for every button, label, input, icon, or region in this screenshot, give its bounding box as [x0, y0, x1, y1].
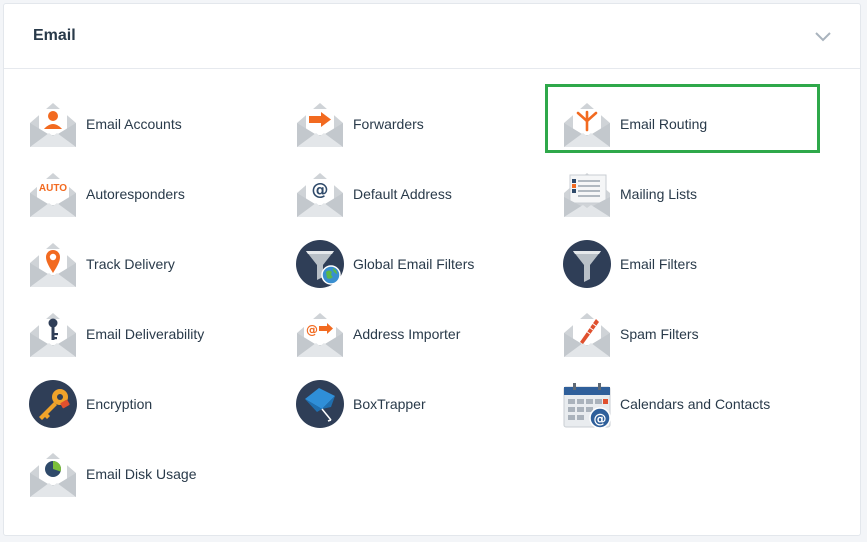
item-spam-filters[interactable]: Spam Filters	[562, 309, 812, 359]
item-label: Track Delivery	[86, 256, 175, 272]
item-forwarders[interactable]: Forwarders	[295, 99, 545, 149]
calendars-and-contacts-icon: @	[563, 383, 611, 429]
item-label: BoxTrapper	[353, 396, 426, 412]
item-track-delivery[interactable]: Track Delivery	[28, 239, 278, 289]
boxtrapper-icon	[296, 380, 344, 428]
item-label: Calendars and Contacts	[620, 396, 771, 412]
item-default-address[interactable]: @ Default Address	[295, 169, 545, 219]
global-email-filters-icon	[296, 240, 344, 288]
mailing-lists-icon	[564, 173, 610, 217]
item-calendars-and-contacts[interactable]: @ Calendars and Contacts	[562, 379, 812, 429]
item-label: Default Address	[353, 186, 452, 202]
item-label: Email Routing	[620, 116, 708, 132]
item-encryption[interactable]: Encryption	[28, 379, 278, 429]
auto-text: AUTO	[39, 183, 67, 194]
item-boxtrapper[interactable]: BoxTrapper	[295, 379, 545, 429]
item-label: Spam Filters	[620, 326, 699, 342]
panel-title: Email	[33, 27, 76, 44]
svg-text:@: @	[594, 412, 607, 427]
item-mailing-lists[interactable]: Mailing Lists	[562, 169, 812, 219]
item-label: Global Email Filters	[353, 256, 475, 272]
panel-header[interactable]: Email	[4, 4, 860, 69]
item-global-email-filters[interactable]: Global Email Filters	[295, 239, 545, 289]
item-address-importer[interactable]: @ Address Importer	[295, 309, 545, 359]
item-label: Email Disk Usage	[86, 466, 197, 482]
item-label: Forwarders	[353, 116, 424, 132]
svg-text:@: @	[306, 323, 318, 337]
item-email-filters[interactable]: Email Filters	[562, 239, 812, 289]
track-delivery-icon	[30, 243, 76, 287]
item-autoresponders[interactable]: AUTO Autoresponders	[28, 169, 278, 219]
autoresponders-icon: AUTO	[30, 173, 76, 217]
email-accounts-icon	[30, 103, 76, 147]
email-routing-icon	[564, 103, 610, 147]
item-label: Autoresponders	[86, 186, 185, 202]
svg-text:@: @	[312, 180, 329, 200]
item-label: Mailing Lists	[620, 186, 698, 202]
item-label: Address Importer	[353, 326, 461, 342]
item-label: Encryption	[86, 396, 153, 412]
spam-filters-icon	[564, 313, 610, 357]
item-label: Email Deliverability	[86, 326, 205, 342]
default-address-icon: @	[297, 173, 343, 217]
email-disk-usage-icon	[30, 453, 76, 497]
item-email-accounts[interactable]: Email Accounts	[28, 99, 278, 149]
email-deliverability-icon	[30, 313, 76, 357]
encryption-icon	[29, 380, 77, 428]
item-label: Email Filters	[620, 256, 698, 272]
item-label: Email Accounts	[86, 116, 182, 132]
email-filters-icon	[563, 240, 611, 288]
item-email-deliverability[interactable]: Email Deliverability	[28, 309, 278, 359]
address-importer-icon: @	[297, 313, 343, 357]
email-panel: Email Email Accounts Forwarders Email Ro…	[3, 3, 861, 536]
item-email-disk-usage[interactable]: Email Disk Usage	[28, 449, 278, 499]
chevron-down-icon[interactable]	[814, 30, 832, 42]
item-email-routing[interactable]: Email Routing	[562, 99, 812, 149]
forwarders-icon	[297, 103, 343, 147]
